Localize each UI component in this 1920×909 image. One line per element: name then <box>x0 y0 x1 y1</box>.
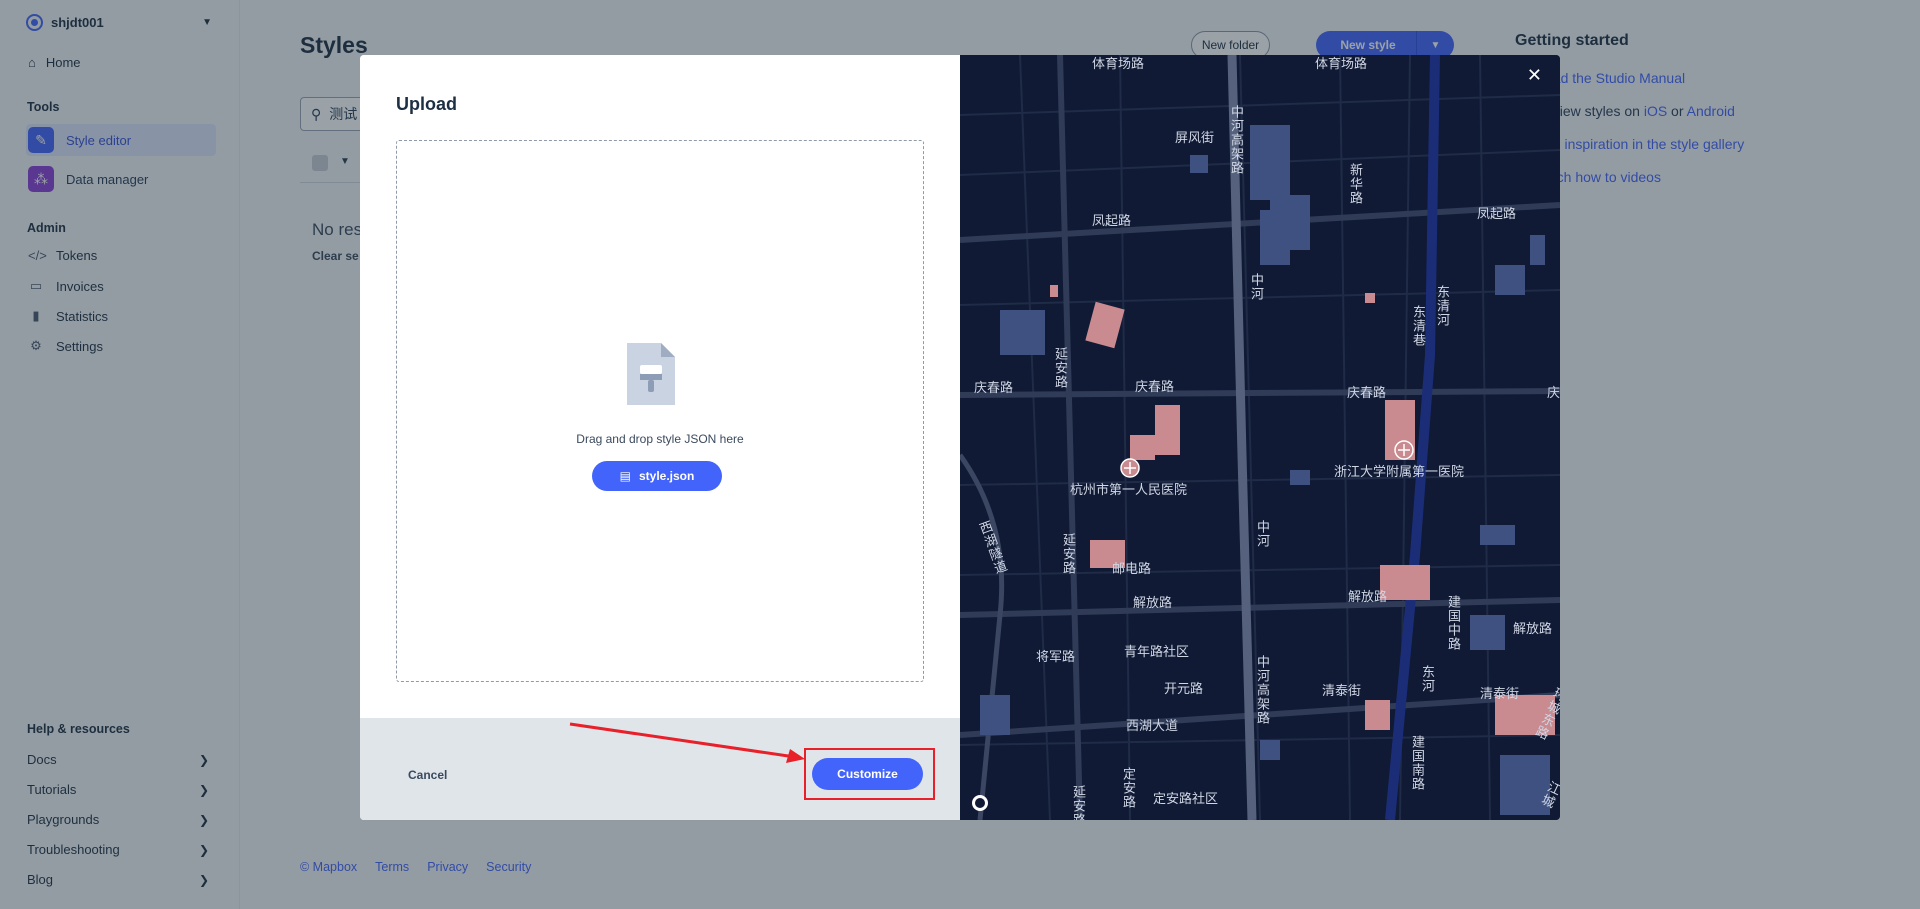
map-label: 将军路 <box>1036 650 1076 665</box>
map-label: 延安路 <box>1052 347 1067 389</box>
map-label: 中河 <box>1254 520 1269 548</box>
map-label: 凤起路 <box>1477 207 1517 222</box>
map-label: 杭州市第一人民医院 <box>1070 483 1188 498</box>
map-label: 体育场路 <box>1315 57 1368 72</box>
file-chip[interactable]: ▤ style.json <box>592 461 722 491</box>
red-arrow-annotation <box>569 722 805 763</box>
map-label: 西湖大道 <box>1126 719 1179 734</box>
map-label: 中河高架路 <box>1254 655 1269 725</box>
map-label: 东河 <box>1419 665 1434 693</box>
map-preview[interactable]: ✕ 体育场路 体育场路 屏风街 中河高架路 新华路 凤起路 凤起路 中河 东清河… <box>960 55 1560 820</box>
map-label: 建国中路 <box>1445 595 1460 651</box>
map-label: 凤起路 <box>1092 214 1132 229</box>
map-label: 体育场路 <box>1092 57 1145 72</box>
map-label: 延安路 <box>1070 785 1085 820</box>
customize-button[interactable]: Customize <box>812 758 923 790</box>
map-label: 开元路 <box>1164 682 1204 697</box>
upload-modal: Upload Drag and drop style JSON here ▤ s… <box>360 55 1560 820</box>
map-label: 东清河 <box>1434 285 1449 327</box>
map-label: 邮电路 <box>1112 562 1152 577</box>
map-label: 庆春路 <box>974 381 1014 396</box>
map-label: 中河高架路 <box>1228 105 1243 175</box>
map-label: 延安路 <box>1060 533 1075 575</box>
map-label: 新华路 <box>1347 163 1362 205</box>
map-label: 定安路 <box>1120 767 1135 809</box>
close-icon[interactable]: ✕ <box>1527 65 1542 86</box>
map-label: 东清巷 <box>1410 305 1425 347</box>
upload-panel: Upload Drag and drop style JSON here ▤ s… <box>360 55 960 820</box>
dropzone[interactable] <box>396 140 924 682</box>
map-label: 清泰街 <box>1480 687 1520 702</box>
file-icon: ▤ <box>619 469 631 483</box>
map-label: 解放路 <box>1513 622 1553 637</box>
file-paintbrush-icon <box>627 343 675 405</box>
file-name: style.json <box>638 469 695 483</box>
map-label: 解放路 <box>1133 596 1173 611</box>
map-label: 浙江大学附属第一医院 <box>1334 465 1465 480</box>
map-label: 中河 <box>1248 273 1263 301</box>
cancel-button[interactable]: Cancel <box>408 768 447 782</box>
map-label: 解放路 <box>1348 590 1388 605</box>
map-label: 屏风街 <box>1175 131 1215 146</box>
map-label: 庆 <box>1547 386 1560 401</box>
map-label: 庆春路 <box>1135 380 1175 395</box>
drop-instructions: Drag and drop style JSON here <box>576 432 744 446</box>
map-label: 青年路社区 <box>1124 645 1190 660</box>
modal-footer: Cancel Customize <box>360 718 960 820</box>
map-label: 建国南路 <box>1409 735 1424 791</box>
modal-title: Upload <box>396 94 457 114</box>
map-label: 清泰街 <box>1322 684 1362 699</box>
map-label: 定安路社区 <box>1153 792 1219 807</box>
map-label: 庆春路 <box>1347 386 1387 401</box>
